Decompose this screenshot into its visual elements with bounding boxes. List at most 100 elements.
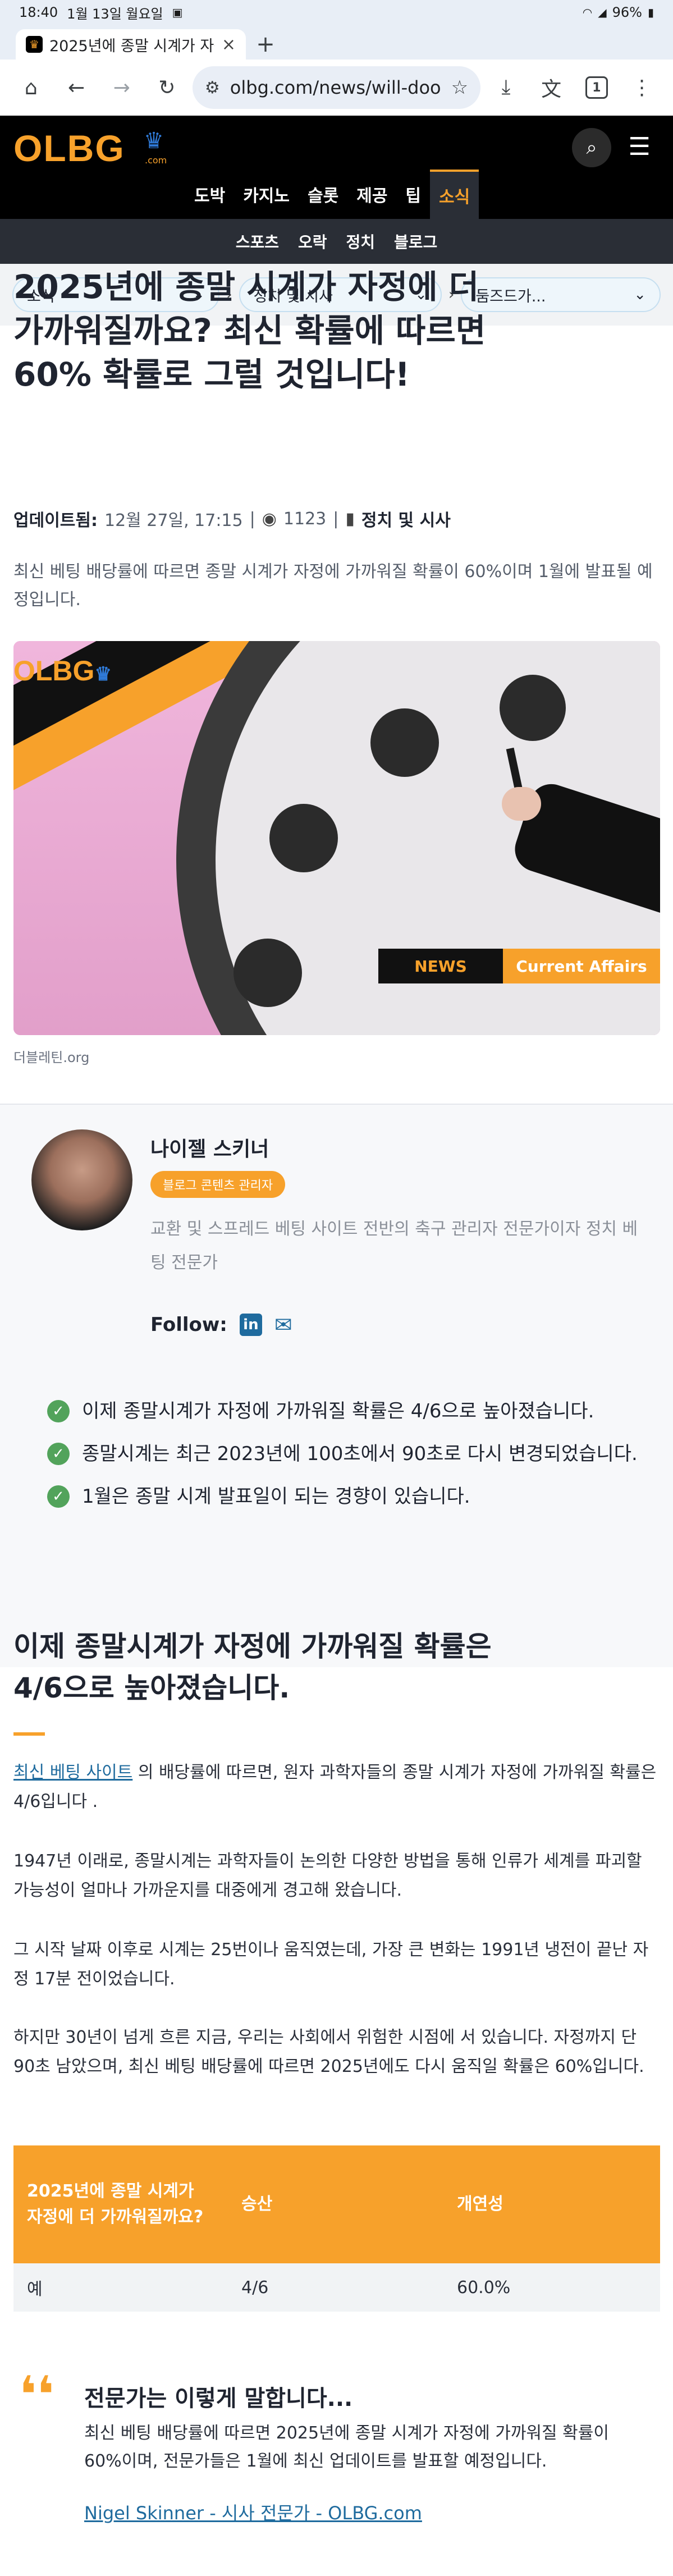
clock-marker [269, 804, 338, 872]
nav-item-tips[interactable]: 팁 [396, 170, 430, 219]
takeaway-item: ✓ 1월은 종말 시계 발표일이 되는 경향이 있습니다. [47, 1482, 642, 1511]
image-caption: 더블레틴.org [13, 1050, 90, 1065]
tab-strip: ♛ 2025년에 종말 시계가 자정에 × + [0, 25, 673, 60]
main-nav: 도박 카지노 슬롯 제공 팁 소식 [185, 170, 479, 219]
forward-button[interactable]: → [102, 63, 141, 112]
crown-icon: ♛ [94, 664, 112, 685]
table-cell: 예 [13, 2263, 228, 2312]
bookmark-star-icon[interactable]: ☆ [451, 76, 468, 99]
category-link[interactable]: 정치 및 시사 [361, 506, 451, 531]
quote-icon: ❛❛ [19, 2365, 54, 2424]
address-bar[interactable]: ⚙ olbg.com/news/will-doo ☆ [192, 66, 481, 109]
subnav-politics[interactable]: 정치 [346, 230, 376, 253]
hero-image: OLBG♛ NEWS Current Affairs [13, 641, 660, 1035]
author-name[interactable]: 나이젤 스키너 [150, 1133, 269, 1162]
takeaway-item: ✓ 종말시계는 최근 2023년에 100초에서 90초로 다시 변경되었습니다… [47, 1439, 642, 1468]
page-title: 2025년에 종말 시계가 자정에 더 가까워질까요? 최신 확률에 따르면 6… [13, 268, 486, 394]
hero-logo: OLBG♛ [13, 655, 112, 687]
browser-toolbar: ⌂ ← → ↻ ⚙ olbg.com/news/will-doo ☆ ⤓ 文 1… [0, 60, 673, 116]
site-settings-icon[interactable]: ⚙ [205, 78, 220, 98]
takeaway-item: ✓ 이제 종말시계가 자정에 가까워질 확률은 4/6으로 높아졌습니다. [47, 1397, 642, 1426]
quote-author-link[interactable]: Nigel Skinner - 시사 전문가 - OLBG.com [84, 2499, 422, 2525]
nav-item-slots[interactable]: 슬롯 [299, 170, 347, 219]
sub-nav: 스포츠 오락 정치 블로그 [0, 219, 673, 264]
paragraph-2: 1947년 이래로, 종말시계는 과학자들이 논의한 다양한 방법을 통해 인류… [13, 1851, 642, 1900]
browser-tab[interactable]: ♛ 2025년에 종말 시계가 자정에 × [16, 29, 246, 60]
article-meta: 업데이트됨: 12월 27일, 17:15 | ◉ 1123 | ▮ 정치 및 … [13, 506, 451, 531]
paragraph-3: 그 시작 날짜 이후로 시계는 25번이나 움직였는데, 가장 큰 변화는 19… [13, 1940, 649, 1989]
nav-item-casino[interactable]: 카지노 [234, 170, 299, 219]
subnav-blog[interactable]: 블로그 [394, 230, 437, 253]
search-icon[interactable]: ⌕ [572, 128, 611, 167]
battery-level: 96% [612, 4, 642, 20]
author-role-badge: 블로그 콘텐츠 관리자 [150, 1171, 286, 1198]
new-tab-button[interactable]: + [246, 29, 285, 60]
table-cell: 4/6 [228, 2263, 443, 2312]
column-header-odds: 승산 [228, 2145, 443, 2263]
author-box: 나이젤 스키너 블로그 콘텐츠 관리자 교환 및 스프레드 베팅 사이트 전반의… [0, 1104, 673, 1667]
email-icon[interactable]: ✉ [274, 1312, 292, 1337]
paragraph-4: 하지만 30년이 넘게 흐른 지금, 우리는 사회에서 위험한 시점에 서 있습… [13, 2028, 644, 2076]
subnav-sports[interactable]: 스포츠 [236, 230, 279, 253]
current-affairs-badge: Current Affairs [503, 949, 660, 983]
eye-icon: ◉ [262, 509, 277, 529]
crown-icon: ♛ [144, 128, 164, 154]
article-lead: 최신 베팅 배당률에 따르면 종말 시계가 자정에 가까워질 확률이 60%이며… [13, 562, 653, 610]
check-icon: ✓ [47, 1485, 70, 1508]
translate-icon[interactable]: 文 [532, 63, 571, 112]
hero-banner: NEWS Current Affairs [378, 949, 660, 983]
home-button[interactable]: ⌂ [11, 63, 51, 112]
download-icon[interactable]: ⤓ [486, 63, 526, 112]
site-header: OLBG ♛ .com ⌕ ☰ 도박 카지노 슬롯 제공 팁 소식 [0, 116, 673, 219]
battery-icon: ▮ [647, 6, 654, 19]
status-date: 1월 13일 월요일 [67, 6, 163, 22]
table-row: 예 4/6 60.0% [13, 2263, 660, 2312]
bookmark-icon: ▮ [345, 509, 355, 529]
hamburger-menu-icon[interactable]: ☰ [629, 132, 651, 161]
clock-marker [500, 675, 566, 741]
updated-label: 업데이트됨: [13, 511, 98, 530]
status-time: 18:40 [19, 4, 58, 20]
follow-label: Follow: [150, 1314, 227, 1336]
subnav-entertainment[interactable]: 오락 [298, 230, 327, 253]
gallery-notification-icon: ▣ [172, 6, 183, 19]
news-badge: NEWS [378, 949, 503, 983]
paragraph-1: 최신 베팅 사이트 의 배당률에 따르면, 원자 과학자들의 종말 시계가 자정… [13, 1758, 659, 1817]
view-count: 1123 [283, 509, 327, 529]
takeaway-text: 종말시계는 최근 2023년에 100초에서 90초로 다시 변경되었습니다. [82, 1443, 638, 1465]
tab-title: 2025년에 종말 시계가 자정에 [49, 37, 215, 55]
key-takeaways: ✓ 이제 종말시계가 자정에 가까워질 확률은 4/6으로 높아졌습니다. ✓ … [47, 1397, 642, 1525]
nav-item-news[interactable]: 소식 [430, 170, 479, 219]
nav-item-offers[interactable]: 제공 [347, 170, 396, 219]
meta-divider: | [249, 509, 255, 529]
chevron-down-icon: ⌄ [634, 286, 646, 303]
site-logo[interactable]: OLBG [13, 127, 125, 170]
section-divider [13, 1732, 45, 1736]
odds-table: 2025년에 종말 시계가 자정에 더 가까워질까요? 승산 개연성 예 4/6… [13, 2145, 660, 2312]
back-button[interactable]: ← [57, 63, 97, 112]
url-text[interactable]: olbg.com/news/will-doo [230, 77, 441, 98]
betting-sites-link[interactable]: 최신 베팅 사이트 [13, 1763, 132, 1782]
takeaway-text: 1월은 종말 시계 발표일이 되는 경향이 있습니다. [82, 1485, 470, 1508]
clock-marker [370, 708, 439, 777]
close-tab-icon[interactable]: × [222, 35, 236, 54]
clock-marker [234, 939, 302, 1007]
wifi-icon: ◠ [582, 6, 593, 19]
browser-menu-icon[interactable]: ⋮ [622, 63, 662, 112]
check-icon: ✓ [47, 1443, 70, 1465]
tab-switcher-button[interactable]: 1 [577, 63, 617, 112]
tab-count: 1 [585, 76, 608, 99]
linkedin-icon[interactable]: in [239, 1314, 262, 1336]
status-bar: 18:40 1월 13일 월요일 ▣ ◠ ◢ 96% ▮ [0, 0, 673, 25]
check-icon: ✓ [47, 1400, 70, 1422]
meta-divider: | [333, 509, 339, 529]
reload-button[interactable]: ↻ [147, 63, 187, 112]
quote-text: 최신 베팅 배당률에 따르면 2025년에 종말 시계가 자정에 가까워질 확률… [84, 2423, 609, 2471]
section-heading: 이제 종말시계가 자정에 가까워질 확률은 4/6으로 높아졌습니다. [13, 1630, 492, 1704]
logo-suffix: .com [145, 155, 167, 166]
updated-date: 12월 27일, 17:15 [104, 511, 243, 530]
olbg-favicon-icon: ♛ [26, 36, 43, 53]
nav-item-betting[interactable]: 도박 [185, 170, 234, 219]
avatar[interactable] [31, 1129, 132, 1230]
hero-hand [502, 787, 541, 821]
